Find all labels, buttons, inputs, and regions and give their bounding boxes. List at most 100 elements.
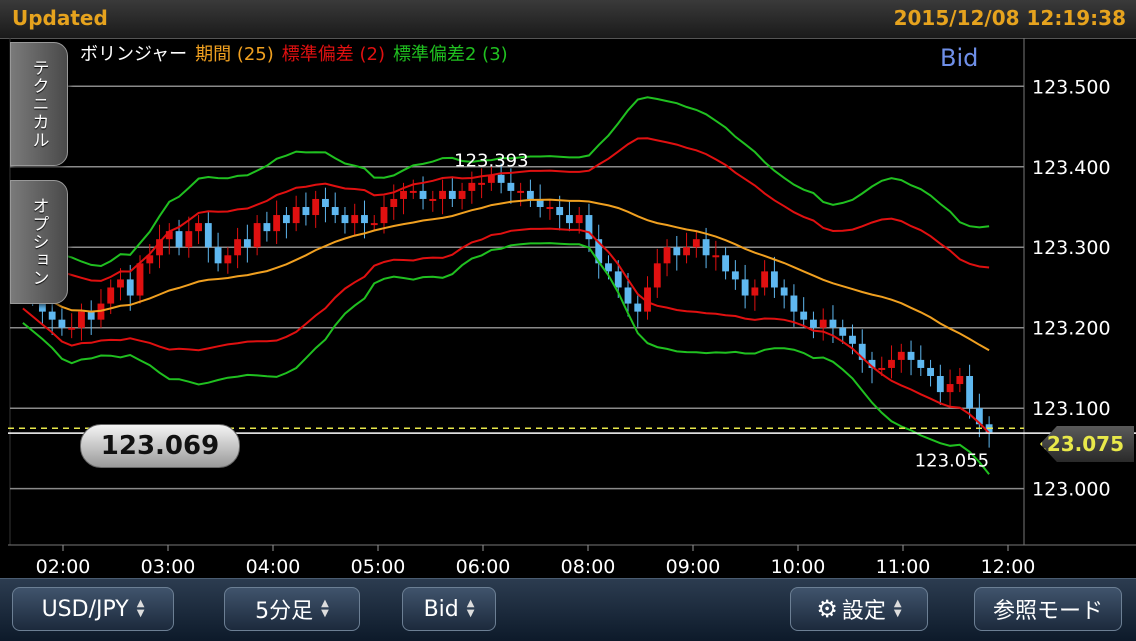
bollinger-candlestick-chart[interactable]: 123.000 123.100 123.200 123.300 123.400 123.5… [8, 38, 1136, 578]
candle-body [819, 319, 827, 328]
y-tick-label: 123.000 [1032, 479, 1111, 501]
candle-body [546, 207, 554, 209]
indicator-legend: ボリンジャー 期間 (25) 標準偏差 (2) 標準偏差2 (3) [80, 44, 508, 65]
candle-body [263, 223, 271, 232]
crosshair-price-pill[interactable]: 123.069 [80, 424, 240, 468]
candle-body [897, 351, 905, 360]
candle-body [907, 351, 915, 360]
candle-body [400, 190, 407, 199]
x-tick-label: 08:00 [561, 556, 616, 578]
candle-body [790, 295, 798, 312]
candle-body [712, 255, 720, 258]
candle-body [331, 207, 339, 216]
candle-body [224, 255, 232, 264]
candle-body [419, 190, 427, 199]
candle-body [253, 223, 261, 248]
tab-option[interactable]: オプション [10, 180, 68, 304]
candle-body [653, 263, 661, 288]
candle-body [175, 231, 183, 248]
candle-body [282, 215, 290, 224]
candle-body [409, 190, 417, 193]
candle-body [614, 271, 622, 288]
candle-body [878, 367, 886, 370]
x-tick-label: 09:00 [666, 556, 721, 578]
gear-icon: ⚙ [816, 595, 838, 623]
price-type-label: Bid [423, 596, 459, 622]
updown-arrows-icon: ▲ ▼ [893, 598, 902, 619]
candle-body [731, 271, 739, 280]
x-tick-label: 06:00 [456, 556, 511, 578]
candle-body [136, 263, 144, 296]
candle-body [439, 190, 446, 199]
low-price-annotation: 123.055 [915, 450, 989, 471]
updown-arrows-icon: ▲ ▼ [136, 598, 145, 619]
candle-body [526, 190, 534, 199]
candle-body [390, 198, 398, 207]
y-tick-label: 123.500 [1032, 76, 1111, 98]
candle-body [751, 287, 759, 296]
candle-body [683, 247, 690, 256]
candle-body [575, 215, 583, 224]
candle-body [117, 279, 124, 288]
y-tick-label: 123.100 [1032, 398, 1111, 420]
candle-body [956, 376, 964, 385]
x-tick-label: 05:00 [351, 556, 406, 578]
candle-body [107, 287, 115, 304]
reference-mode-button[interactable]: 参照モード [974, 587, 1122, 631]
timeframe-selector[interactable]: 5分足 ▲ ▼ [224, 587, 360, 631]
chart-area[interactable]: 123.000 123.100 123.200 123.300 123.400 123.5… [8, 38, 1136, 578]
candle-body [722, 255, 730, 272]
reference-mode-label: 参照モード [992, 599, 1103, 624]
y-tick-label: 123.200 [1032, 318, 1111, 340]
price-type-selector[interactable]: Bid ▲ ▼ [402, 587, 496, 631]
candle-body [800, 311, 808, 320]
candle-body [273, 215, 281, 232]
x-tick-label: 10:00 [771, 556, 826, 578]
candle-body [917, 359, 925, 368]
y-tick-label: 123.300 [1032, 237, 1111, 259]
candle-body [829, 319, 837, 328]
candle-body [448, 190, 456, 199]
candle-body [507, 182, 515, 191]
candle-body [741, 279, 749, 296]
legend-item: 期間 (25) [195, 44, 274, 65]
candle-body [351, 215, 359, 224]
chart-price-type-label: Bid [940, 44, 978, 72]
candle-body [458, 190, 466, 199]
candle-body [185, 231, 193, 248]
x-tick-label: 02:00 [36, 556, 91, 578]
x-tick-label: 11:00 [876, 556, 931, 578]
candle-body [341, 215, 349, 224]
settings-button[interactable]: ⚙ 設定 ▲ ▼ [790, 587, 928, 631]
candle-body [966, 376, 974, 409]
current-price-flag: 123.075 [1040, 426, 1134, 462]
candle-body [126, 279, 134, 296]
x-tick-label: 04:00 [246, 556, 301, 578]
candle-body [370, 223, 378, 226]
candle-body [243, 239, 251, 248]
bottom-toolbar: USD/JPY ▲ ▼ 5分足 ▲ ▼ Bid ▲ ▼ ⚙ 設定 ▲ ▼ 参照モード [0, 578, 1136, 641]
candle-body [849, 335, 856, 344]
tab-option-label: オプション [28, 197, 49, 287]
candle-body [566, 215, 573, 224]
candle-body [605, 263, 612, 272]
x-tick-label: 03:00 [141, 556, 196, 578]
candle-body [927, 367, 934, 376]
candle-body [195, 223, 202, 232]
legend-item: ボリンジャー [80, 44, 187, 65]
currency-pair-label: USD/JPY [41, 596, 129, 622]
candle-body [839, 327, 847, 336]
candle-body [380, 207, 388, 224]
candle-body [702, 239, 710, 256]
candle-body [634, 303, 642, 312]
candle-body [888, 359, 895, 368]
tab-technical[interactable]: テクニカル [10, 42, 68, 166]
candle-body [936, 376, 944, 393]
currency-pair-selector[interactable]: USD/JPY ▲ ▼ [12, 587, 174, 631]
candle-body [770, 271, 778, 288]
high-price-annotation: 123.393 [454, 150, 528, 171]
tab-technical-label: テクニカル [28, 59, 49, 149]
candle-body [78, 311, 85, 328]
candle-body [58, 319, 66, 328]
candle-body [292, 207, 300, 224]
